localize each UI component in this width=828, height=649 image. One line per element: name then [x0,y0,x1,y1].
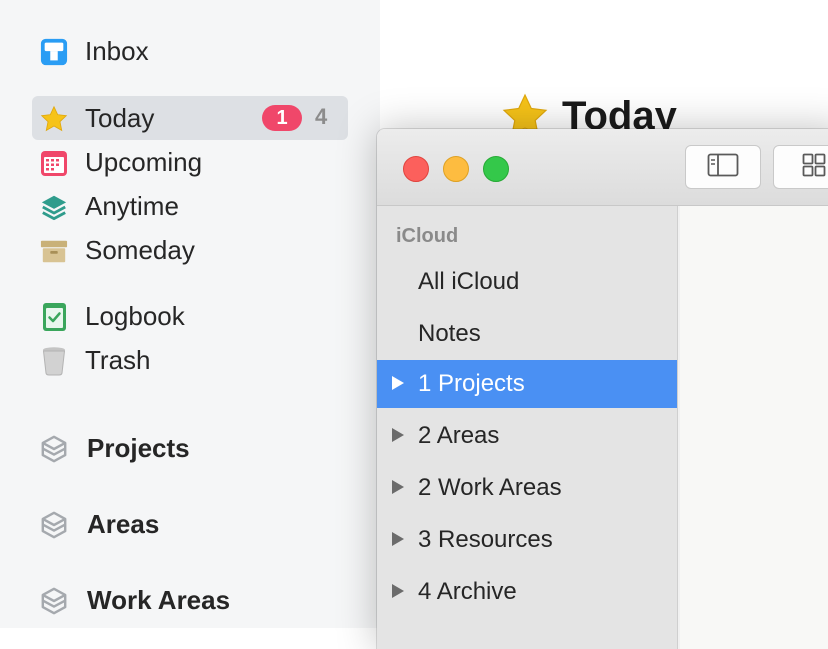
sidebar-item-trash[interactable]: Trash [32,338,348,382]
sidebar-item-label: Logbook [85,300,185,331]
area-cube-icon [40,587,68,615]
sidebar-item-label: Areas [87,508,160,539]
minimize-button[interactable] [443,156,469,182]
folders-sidebar: iCloud All iCloud Notes 1 Projects 2 Are… [377,206,678,649]
folder-label: 4 Archive [418,578,517,605]
gallery-view-icon [802,153,826,182]
folder-2-areas[interactable]: 2 Areas [377,412,677,460]
notes-window: iCloud All iCloud Notes 1 Projects 2 Are… [377,129,828,649]
things-sidebar: Inbox Today 1 4 Upcoming Anytime Someday… [0,0,380,628]
disclosure-triangle-icon[interactable] [390,374,406,392]
archive-box-icon [40,237,68,265]
sidebar-item-logbook[interactable]: Logbook [32,294,348,338]
folder-3-resources[interactable]: 3 Resources [377,516,677,564]
notes-list-pane [680,206,828,649]
account-header: iCloud [396,225,459,247]
folder-label: 2 Areas [418,422,500,449]
disclosure-triangle-icon[interactable] [390,426,406,444]
folder-1-projects[interactable]: 1 Projects [377,360,677,408]
disclosure-triangle-icon[interactable] [390,530,406,548]
sidebar-section-areas[interactable]: Areas [32,502,348,546]
sidebar-item-anytime[interactable]: Anytime [32,184,348,228]
sidebar-section-work-areas[interactable]: Work Areas [32,578,348,622]
layers-icon [40,193,68,221]
folder-notes[interactable]: Notes [377,310,677,358]
logbook-icon [40,303,68,331]
sidebar-item-label: Upcoming [85,146,203,177]
folder-label: 2 Work Areas [418,474,562,501]
area-cube-icon [40,435,68,463]
maximize-button[interactable] [483,156,509,182]
folder-4-archive[interactable]: 4 Archive [377,568,677,616]
folder-label: Notes [418,320,481,347]
folder-label: 3 Resources [418,526,553,553]
sidebar-item-label: Trash [85,344,151,375]
sidebar-item-label: Someday [85,234,195,265]
sidebar-item-today[interactable]: Today 1 4 [32,96,348,140]
sidebar-section-projects[interactable]: Projects [32,426,348,470]
disclosure-triangle-icon[interactable] [390,478,406,496]
trash-icon [40,347,68,376]
folder-label: All iCloud [418,268,520,295]
calendar-icon [40,149,68,177]
sidebar-item-inbox[interactable]: Inbox [32,29,348,73]
toggle-sidebar-button[interactable] [685,145,761,189]
sidebar-item-label: Work Areas [87,584,231,615]
folder-label: 1 Projects [418,370,525,397]
task-count: 4 [315,104,328,129]
disclosure-triangle-icon[interactable] [390,582,406,600]
sidebar-item-upcoming[interactable]: Upcoming [32,140,348,184]
sidebar-toggle-icon [707,153,739,182]
close-button[interactable] [403,156,429,182]
sidebar-item-someday[interactable]: Someday [32,228,348,272]
folder-2-work-areas[interactable]: 2 Work Areas [377,464,677,512]
inbox-icon [40,38,68,66]
area-cube-icon [40,511,68,539]
due-badge: 1 [262,105,302,131]
folder-all-icloud[interactable]: All iCloud [377,258,677,306]
sidebar-item-label: Anytime [85,190,179,221]
sidebar-item-label: Projects [87,432,190,463]
window-titlebar[interactable] [377,129,828,206]
star-icon [40,105,68,133]
gallery-view-button[interactable] [773,145,828,189]
sidebar-item-label: Today [85,102,155,133]
sidebar-item-label: Inbox [85,35,149,66]
